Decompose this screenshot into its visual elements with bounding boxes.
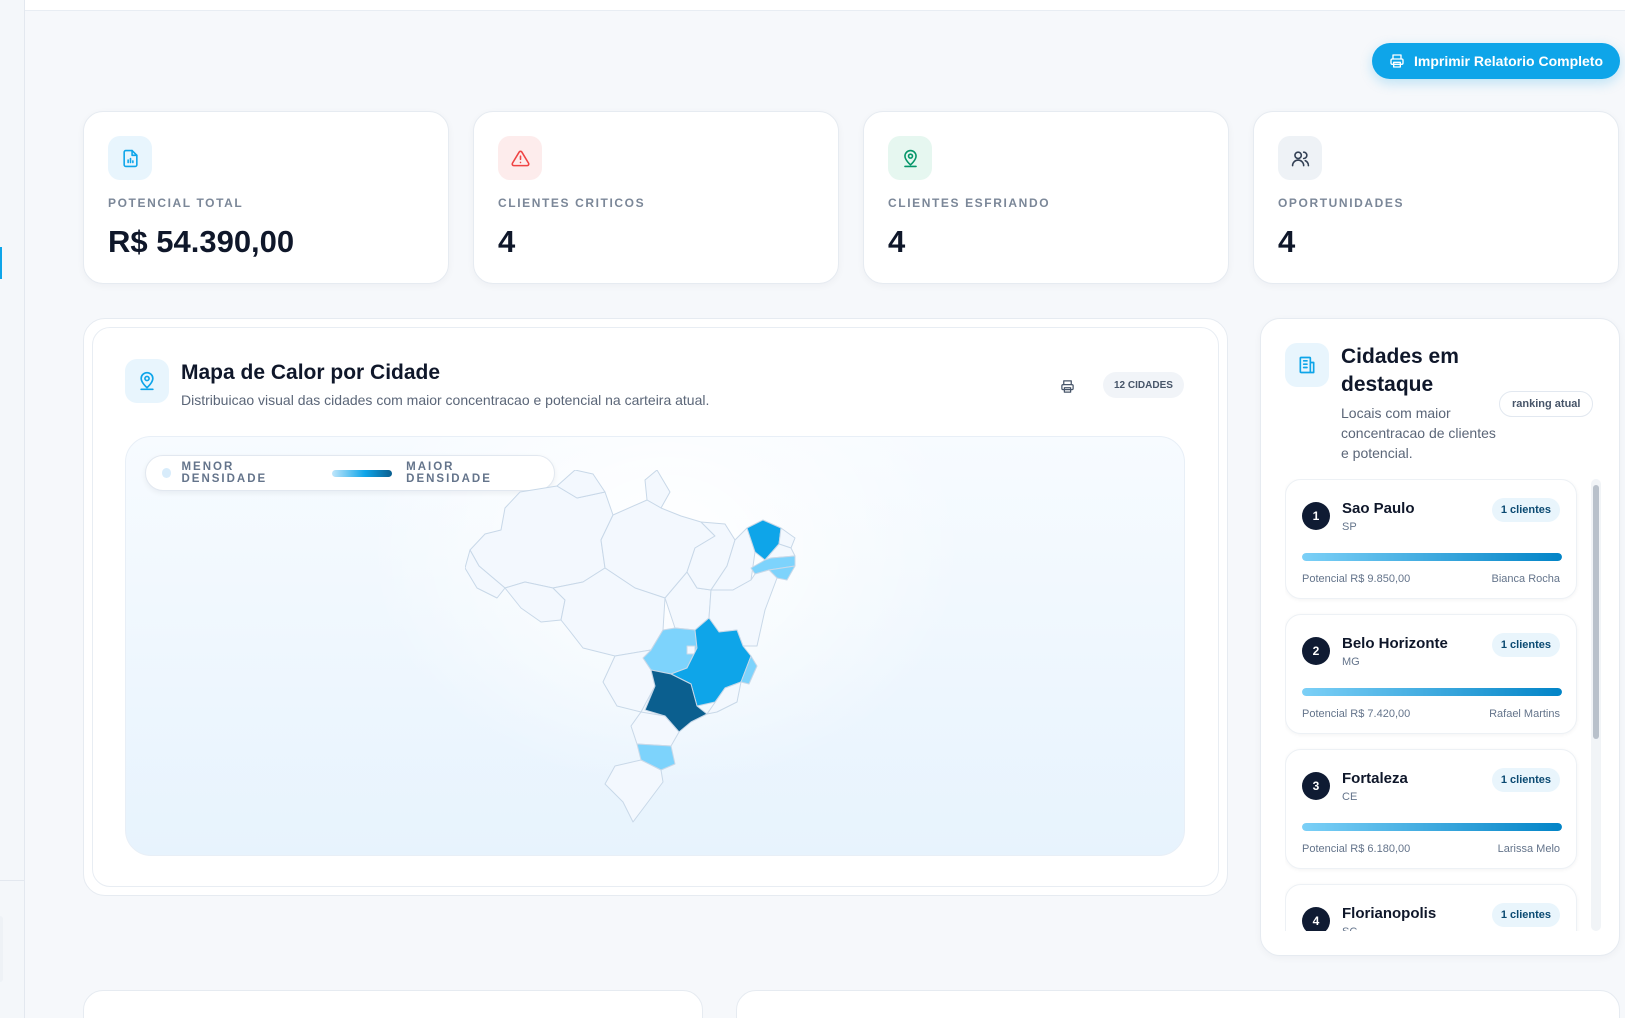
map-pin-user-icon bbox=[125, 359, 169, 403]
ranking-scrollbar-thumb[interactable] bbox=[1593, 485, 1599, 739]
sidebar bbox=[0, 0, 25, 1018]
rank-owner: Larissa Melo bbox=[1497, 843, 1560, 855]
state-rs bbox=[604, 759, 664, 823]
file-chart-icon bbox=[108, 136, 152, 180]
rank-owner: Bianca Rocha bbox=[1491, 573, 1561, 585]
print-report-label: Imprimir Relatorio Completo bbox=[1413, 53, 1604, 69]
rank-clients-badge: 1 clientes bbox=[1491, 633, 1560, 657]
legend-gradient-bar bbox=[331, 469, 393, 477]
bottom-card-left bbox=[83, 990, 703, 1018]
rank-clients-badge: 1 clientes bbox=[1491, 498, 1560, 522]
rank-potential: Potencial R$ 9.850,00 bbox=[1302, 573, 1411, 585]
brazil-map bbox=[465, 470, 796, 823]
printer-icon[interactable] bbox=[1057, 376, 1077, 396]
rank-potential-bar bbox=[1302, 553, 1562, 561]
rank-city: Florianopolis bbox=[1342, 905, 1437, 922]
heatmap-title: Mapa de Calor por Cidade bbox=[181, 361, 441, 384]
rank-city: Sao Paulo bbox=[1342, 500, 1415, 517]
rank-potential-bar bbox=[1302, 688, 1562, 696]
rank-clients-badge: 1 clientes bbox=[1491, 903, 1560, 927]
rank-state: CE bbox=[1342, 791, 1358, 803]
kpi-value: 4 bbox=[498, 224, 516, 259]
map-pin-user-icon bbox=[888, 136, 932, 180]
kpi-card-clientes-esfriando: CLIENTES ESFRIANDO 4 bbox=[863, 111, 1229, 284]
ranking-badge: ranking atual bbox=[1499, 391, 1594, 417]
rank-number: 4 bbox=[1302, 907, 1330, 931]
sidebar-active-indicator bbox=[0, 247, 2, 279]
kpi-label: OPORTUNIDADES bbox=[1278, 196, 1405, 210]
list-item[interactable]: 3 Fortaleza CE 1 clientes Potencial R$ 6… bbox=[1285, 749, 1577, 869]
list-item[interactable]: 4 Florianopolis SC 1 clientes bbox=[1285, 884, 1577, 931]
rank-state: SP bbox=[1342, 521, 1357, 533]
ranking-title: Cidades em destaque bbox=[1341, 345, 1459, 396]
kpi-card-potencial-total: POTENCIAL TOTAL R$ 54.390,00 bbox=[83, 111, 449, 284]
rank-owner: Rafael Martins bbox=[1489, 708, 1560, 720]
state-df bbox=[686, 645, 696, 655]
cities-count-badge: 12 CIDADES bbox=[1103, 372, 1184, 398]
rank-state: MG bbox=[1342, 656, 1360, 668]
list-item[interactable]: 1 Sao Paulo SP 1 clientes Potencial R$ 9… bbox=[1285, 479, 1577, 599]
ranking-card: Cidades em destaque Locais com maior con… bbox=[1260, 318, 1620, 956]
kpi-card-clientes-criticos: CLIENTES CRITICOS 4 bbox=[473, 111, 839, 284]
kpi-label: CLIENTES ESFRIANDO bbox=[888, 196, 1051, 210]
list-item[interactable]: 2 Belo Horizonte MG 1 clientes Potencial… bbox=[1285, 614, 1577, 734]
building-icon bbox=[1285, 343, 1329, 387]
alert-triangle-icon bbox=[498, 136, 542, 180]
rank-city: Fortaleza bbox=[1342, 770, 1408, 787]
kpi-value: R$ 54.390,00 bbox=[108, 224, 295, 259]
kpi-label: CLIENTES CRITICOS bbox=[498, 196, 646, 210]
kpi-value: 4 bbox=[888, 224, 906, 259]
kpi-value: 4 bbox=[1278, 224, 1296, 259]
top-bar bbox=[25, 0, 1625, 11]
rank-potential: Potencial R$ 6.180,00 bbox=[1302, 843, 1411, 855]
state-am bbox=[469, 485, 614, 589]
kpi-label: POTENCIAL TOTAL bbox=[108, 196, 244, 210]
rank-number: 3 bbox=[1302, 772, 1330, 800]
ranking-list[interactable]: 1 Sao Paulo SP 1 clientes Potencial R$ 9… bbox=[1285, 479, 1585, 931]
rank-number: 2 bbox=[1302, 637, 1330, 665]
rank-potential-bar bbox=[1302, 823, 1562, 831]
rank-potential: Potencial R$ 7.420,00 bbox=[1302, 708, 1411, 720]
rank-state: SC bbox=[1342, 926, 1357, 931]
rank-city: Belo Horizonte bbox=[1342, 635, 1448, 652]
printer-icon bbox=[1390, 54, 1404, 68]
sidebar-bottom-item[interactable] bbox=[0, 916, 3, 982]
heatmap-subtitle: Distribuicao visual das cidades com maio… bbox=[181, 392, 710, 408]
ranking-scrollbar[interactable] bbox=[1591, 479, 1601, 931]
ranking-subtitle: Locais com maior concentracao de cliente… bbox=[1341, 405, 1496, 461]
sidebar-divider bbox=[0, 880, 25, 881]
print-report-button[interactable]: Imprimir Relatorio Completo bbox=[1372, 43, 1620, 79]
bottom-card-right bbox=[736, 990, 1620, 1018]
legend-dot bbox=[162, 468, 172, 478]
legend-low-label: MENOR DENSIDADE bbox=[181, 461, 268, 485]
rank-number: 1 bbox=[1302, 502, 1330, 530]
kpi-card-oportunidades: OPORTUNIDADES 4 bbox=[1253, 111, 1619, 284]
users-icon bbox=[1278, 136, 1322, 180]
rank-clients-badge: 1 clientes bbox=[1491, 768, 1560, 792]
